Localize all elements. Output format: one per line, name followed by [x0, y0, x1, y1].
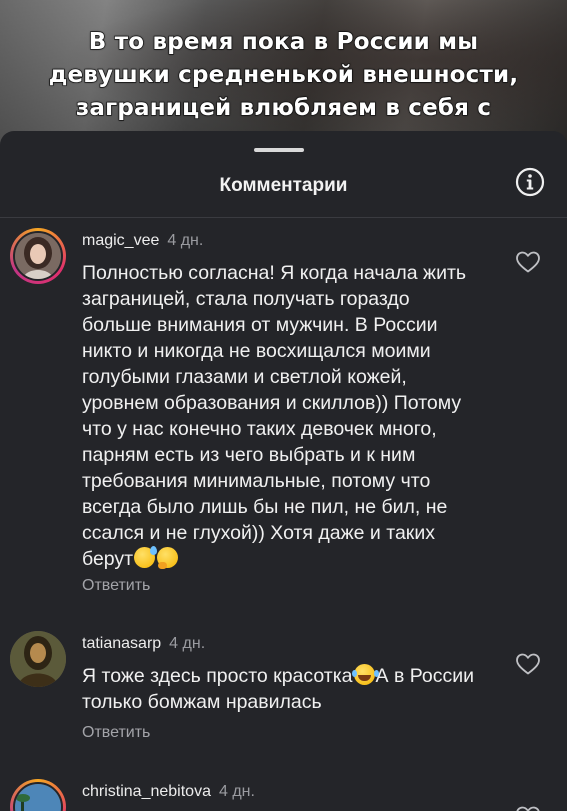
avatar-photo: [13, 231, 63, 281]
avatar-portrait-icon: [10, 631, 66, 687]
comment-item: magic_vee 4 дн. Полностью согласна! Я ког…: [0, 228, 567, 608]
reply-button[interactable]: Ответить: [82, 577, 150, 595]
comments-sheet: Комментарии magic_vee 4 дн. Полностью со…: [0, 131, 567, 811]
heart-outline-icon[interactable]: [515, 652, 541, 676]
avatar[interactable]: [10, 631, 66, 687]
sheet-title: Комментарии: [219, 175, 348, 196]
comment-text: Я тоже здесь просто красотка А в России т…: [82, 663, 482, 715]
comment-time: 4 дн.: [218, 783, 255, 800]
comment-text-before: Я тоже здесь просто красотка: [82, 665, 353, 687]
comment-time: 4 дн.: [169, 635, 206, 652]
sweat-smile-emoji: [134, 546, 158, 568]
video-caption: В то время пока в России мы девушки сред…: [0, 26, 567, 125]
comment-username[interactable]: magic_vee: [82, 232, 159, 249]
app-screen: В то время пока в России мы девушки сред…: [0, 0, 567, 811]
comment-meta: magic_vee 4 дн.: [82, 232, 203, 250]
comment-username[interactable]: christina_nebitova: [82, 783, 211, 800]
comment-time: 4 дн.: [167, 232, 204, 249]
comment-text: Полностью согласна! Я когда начала жить …: [82, 260, 482, 572]
avatar-photo-icon: [15, 784, 61, 811]
comment-item: tatianasarp 4 дн. Я тоже здесь просто кра…: [0, 631, 567, 761]
comment-text-body: Полностью согласна! Я когда начала жить …: [82, 262, 467, 570]
video-background[interactable]: В то время пока в России мы девушки сред…: [0, 0, 567, 150]
caption-line-1: В то время пока в России мы: [88, 28, 479, 55]
comment-meta: tatianasarp 4 дн.: [82, 635, 205, 653]
avatar-photo: [13, 782, 63, 811]
reply-button[interactable]: Ответить: [82, 724, 150, 742]
caption-line-3: заграницей влюбляем в себя с: [75, 94, 492, 121]
comment-item: christina_nebitova 4 дн.: [0, 779, 567, 811]
comment-username[interactable]: tatianasarp: [82, 635, 161, 652]
header-divider: [0, 217, 567, 218]
hugging-face-emoji: [157, 547, 179, 569]
sheet-drag-handle[interactable]: [254, 148, 304, 152]
comment-meta: christina_nebitova 4 дн.: [82, 783, 255, 801]
avatar[interactable]: [10, 228, 66, 284]
tears-of-joy-emoji: [351, 664, 375, 685]
avatar-portrait-icon: [15, 233, 61, 279]
heart-outline-icon[interactable]: [515, 805, 541, 811]
caption-line-2: девушки средненькой внешности,: [48, 61, 519, 88]
avatar-photo: [10, 631, 66, 687]
info-icon[interactable]: [515, 167, 545, 197]
info-icon-graphic: [515, 167, 545, 197]
heart-outline-icon[interactable]: [515, 250, 541, 274]
avatar[interactable]: [10, 779, 66, 811]
